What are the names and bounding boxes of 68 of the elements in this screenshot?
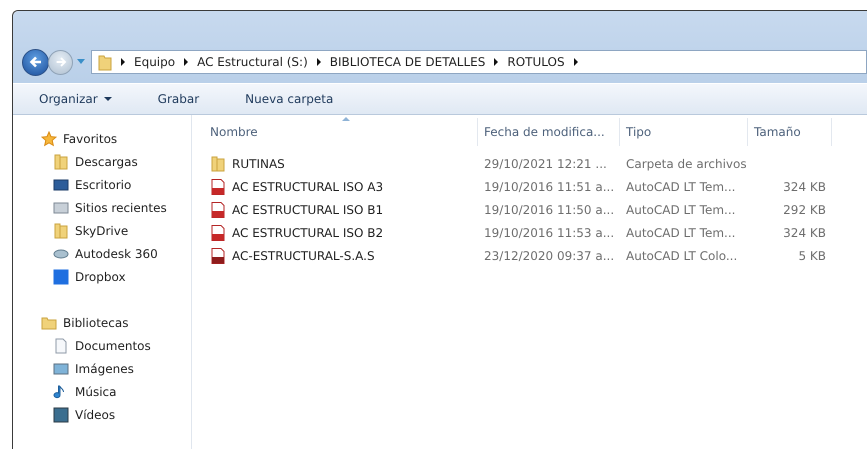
chevron-icon[interactable]: [494, 58, 498, 66]
file-name[interactable]: AC ESTRUCTURAL ISO B1: [232, 202, 384, 216]
date-cell: 19/10/2016 11:50 a...: [484, 202, 614, 216]
toolbar-button[interactable]: Organizar: [31, 88, 120, 110]
back-arrow-icon: [28, 54, 44, 70]
monitor-icon: [53, 200, 69, 216]
square-icon: [53, 406, 69, 422]
sidebar-item[interactable]: Vídeos: [13, 403, 191, 426]
date-cell: 23/12/2020 09:37 a...: [484, 248, 614, 262]
sidebar-item[interactable]: Bibliotecas: [13, 311, 191, 334]
folder-icon: [210, 156, 226, 172]
forward-arrow-icon: [54, 55, 68, 69]
sidebar-item[interactable]: Música: [13, 380, 191, 403]
monitor-icon: [53, 360, 69, 376]
breadcrumb-item[interactable]: BIBLIOTECA DE DETALLES: [330, 55, 486, 69]
type-cell: Carpeta de archivos: [626, 156, 747, 170]
sidebar-item[interactable]: SkyDrive: [13, 219, 191, 242]
folder-icon: [53, 154, 69, 170]
toolbar-button[interactable]: Nueva carpeta: [237, 88, 342, 110]
document-icon: [53, 338, 69, 354]
size-cell: 324 KB: [783, 226, 826, 240]
folder-icon: [41, 314, 57, 330]
square-icon: [53, 268, 69, 284]
sidebar-item[interactable]: Imágenes: [13, 357, 191, 380]
file-icon: [210, 178, 226, 194]
type-cell: AutoCAD LT Tem...: [626, 180, 736, 194]
size-cell: 324 KB: [783, 180, 826, 194]
back-button[interactable]: [22, 48, 49, 76]
breadcrumb-item[interactable]: ROTULOS: [507, 55, 565, 69]
breadcrumb-item[interactable]: AC Estructural (S:): [197, 55, 308, 69]
monitor-icon: [53, 176, 69, 192]
folder-icon: [53, 222, 69, 238]
toolbar-button[interactable]: Grabar: [150, 88, 208, 110]
type-cell: AutoCAD LT Tem...: [626, 202, 736, 216]
sort-arrow-icon: [342, 117, 350, 121]
column-header[interactable]: Tipo: [620, 118, 748, 146]
breadcrumb-item[interactable]: Equipo: [134, 55, 176, 69]
sidebar-item[interactable]: Descargas: [13, 150, 191, 173]
sidebar-item[interactable]: Escritorio: [13, 173, 191, 196]
chevron-icon[interactable]: [121, 58, 125, 66]
address-bar[interactable]: Equipo AC Estructural (S:) BIBLIOTECA DE DETALLES ROTULOS: [91, 50, 867, 74]
column-header[interactable]: Fecha de modifica...: [478, 118, 620, 146]
type-cell: AutoCAD LT Tem...: [626, 226, 736, 240]
chevron-icon[interactable]: [184, 58, 188, 66]
size-cell: 292 KB: [783, 202, 826, 216]
file-name[interactable]: AC ESTRUCTURAL ISO B2: [232, 226, 384, 240]
star-icon: [41, 130, 57, 146]
folder-icon: [98, 53, 112, 71]
file-name[interactable]: AC-ESTRUCTURAL-S.A.S: [232, 248, 375, 262]
caret-icon: [104, 96, 112, 102]
sidebar-item[interactable]: Favoritos: [13, 127, 191, 150]
file-name[interactable]: AC ESTRUCTURAL ISO A3: [232, 180, 384, 194]
file-name[interactable]: RUTINAS: [232, 156, 285, 170]
file-icon: [210, 248, 226, 264]
file-icon: [210, 202, 226, 218]
type-cell: AutoCAD LT Colo...: [626, 248, 738, 262]
file-icon: [210, 224, 226, 240]
date-cell: 19/10/2016 11:53 a...: [484, 226, 614, 240]
date-cell: 29/10/2021 12:21 ...: [484, 156, 607, 170]
size-cell: 5 KB: [798, 248, 826, 262]
sidebar-item[interactable]: Documentos: [13, 334, 191, 357]
chevron-icon[interactable]: [316, 58, 321, 66]
chevron-icon[interactable]: [574, 58, 578, 66]
column-header[interactable]: Tamaño: [748, 118, 832, 146]
sidebar-item[interactable]: Dropbox: [13, 265, 191, 288]
date-cell: 19/10/2016 11:51 a...: [484, 180, 614, 194]
sidebar-item[interactable]: Sitios recientes: [13, 196, 191, 219]
sidebar-item[interactable]: Autodesk 360: [13, 242, 191, 265]
